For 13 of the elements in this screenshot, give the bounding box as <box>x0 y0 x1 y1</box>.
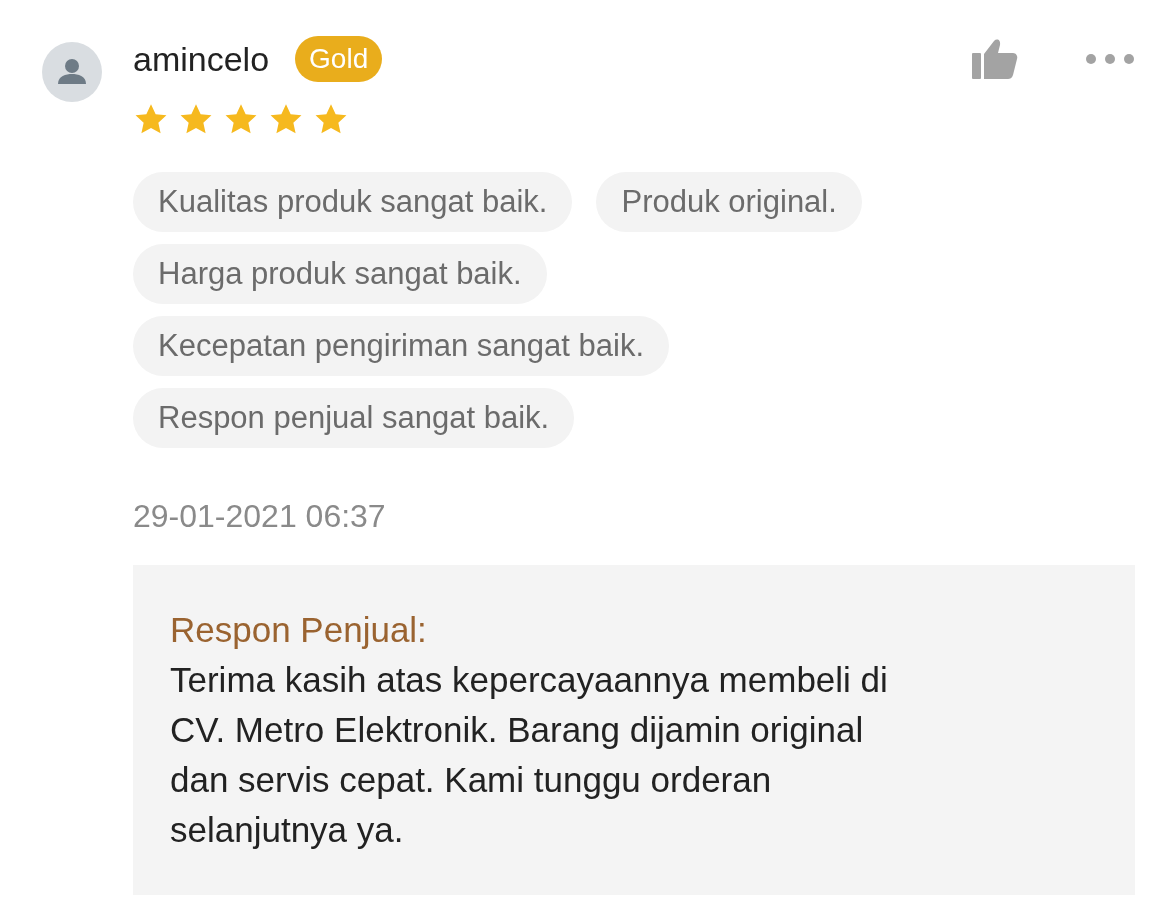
review-tag: Kecepatan pengiriman sangat baik. <box>133 316 669 376</box>
response-text: Terima kasih atas kepercayaannya membeli di CV. Metro Elektronik. Barang dijamin original dan servis cepat. Kami tunggu orderan selanjutnya ya. <box>170 659 889 851</box>
thumbs-up-icon[interactable] <box>972 38 1018 80</box>
username: amincelo <box>133 39 270 79</box>
review-date: 29-01-2021 06:37 <box>133 498 386 535</box>
avatar-icon <box>42 42 102 102</box>
member-badge: Gold <box>295 36 383 82</box>
more-icon[interactable] <box>1085 52 1135 66</box>
response-title: Respon Penjual: <box>170 609 427 651</box>
review-tag: Respon penjual sangat baik. <box>133 388 575 448</box>
review-tag: Produk original. <box>596 172 862 232</box>
review-tag: Harga produk sangat baik. <box>133 244 547 304</box>
review-tag: Kualitas produk sangat baik. <box>133 172 573 232</box>
